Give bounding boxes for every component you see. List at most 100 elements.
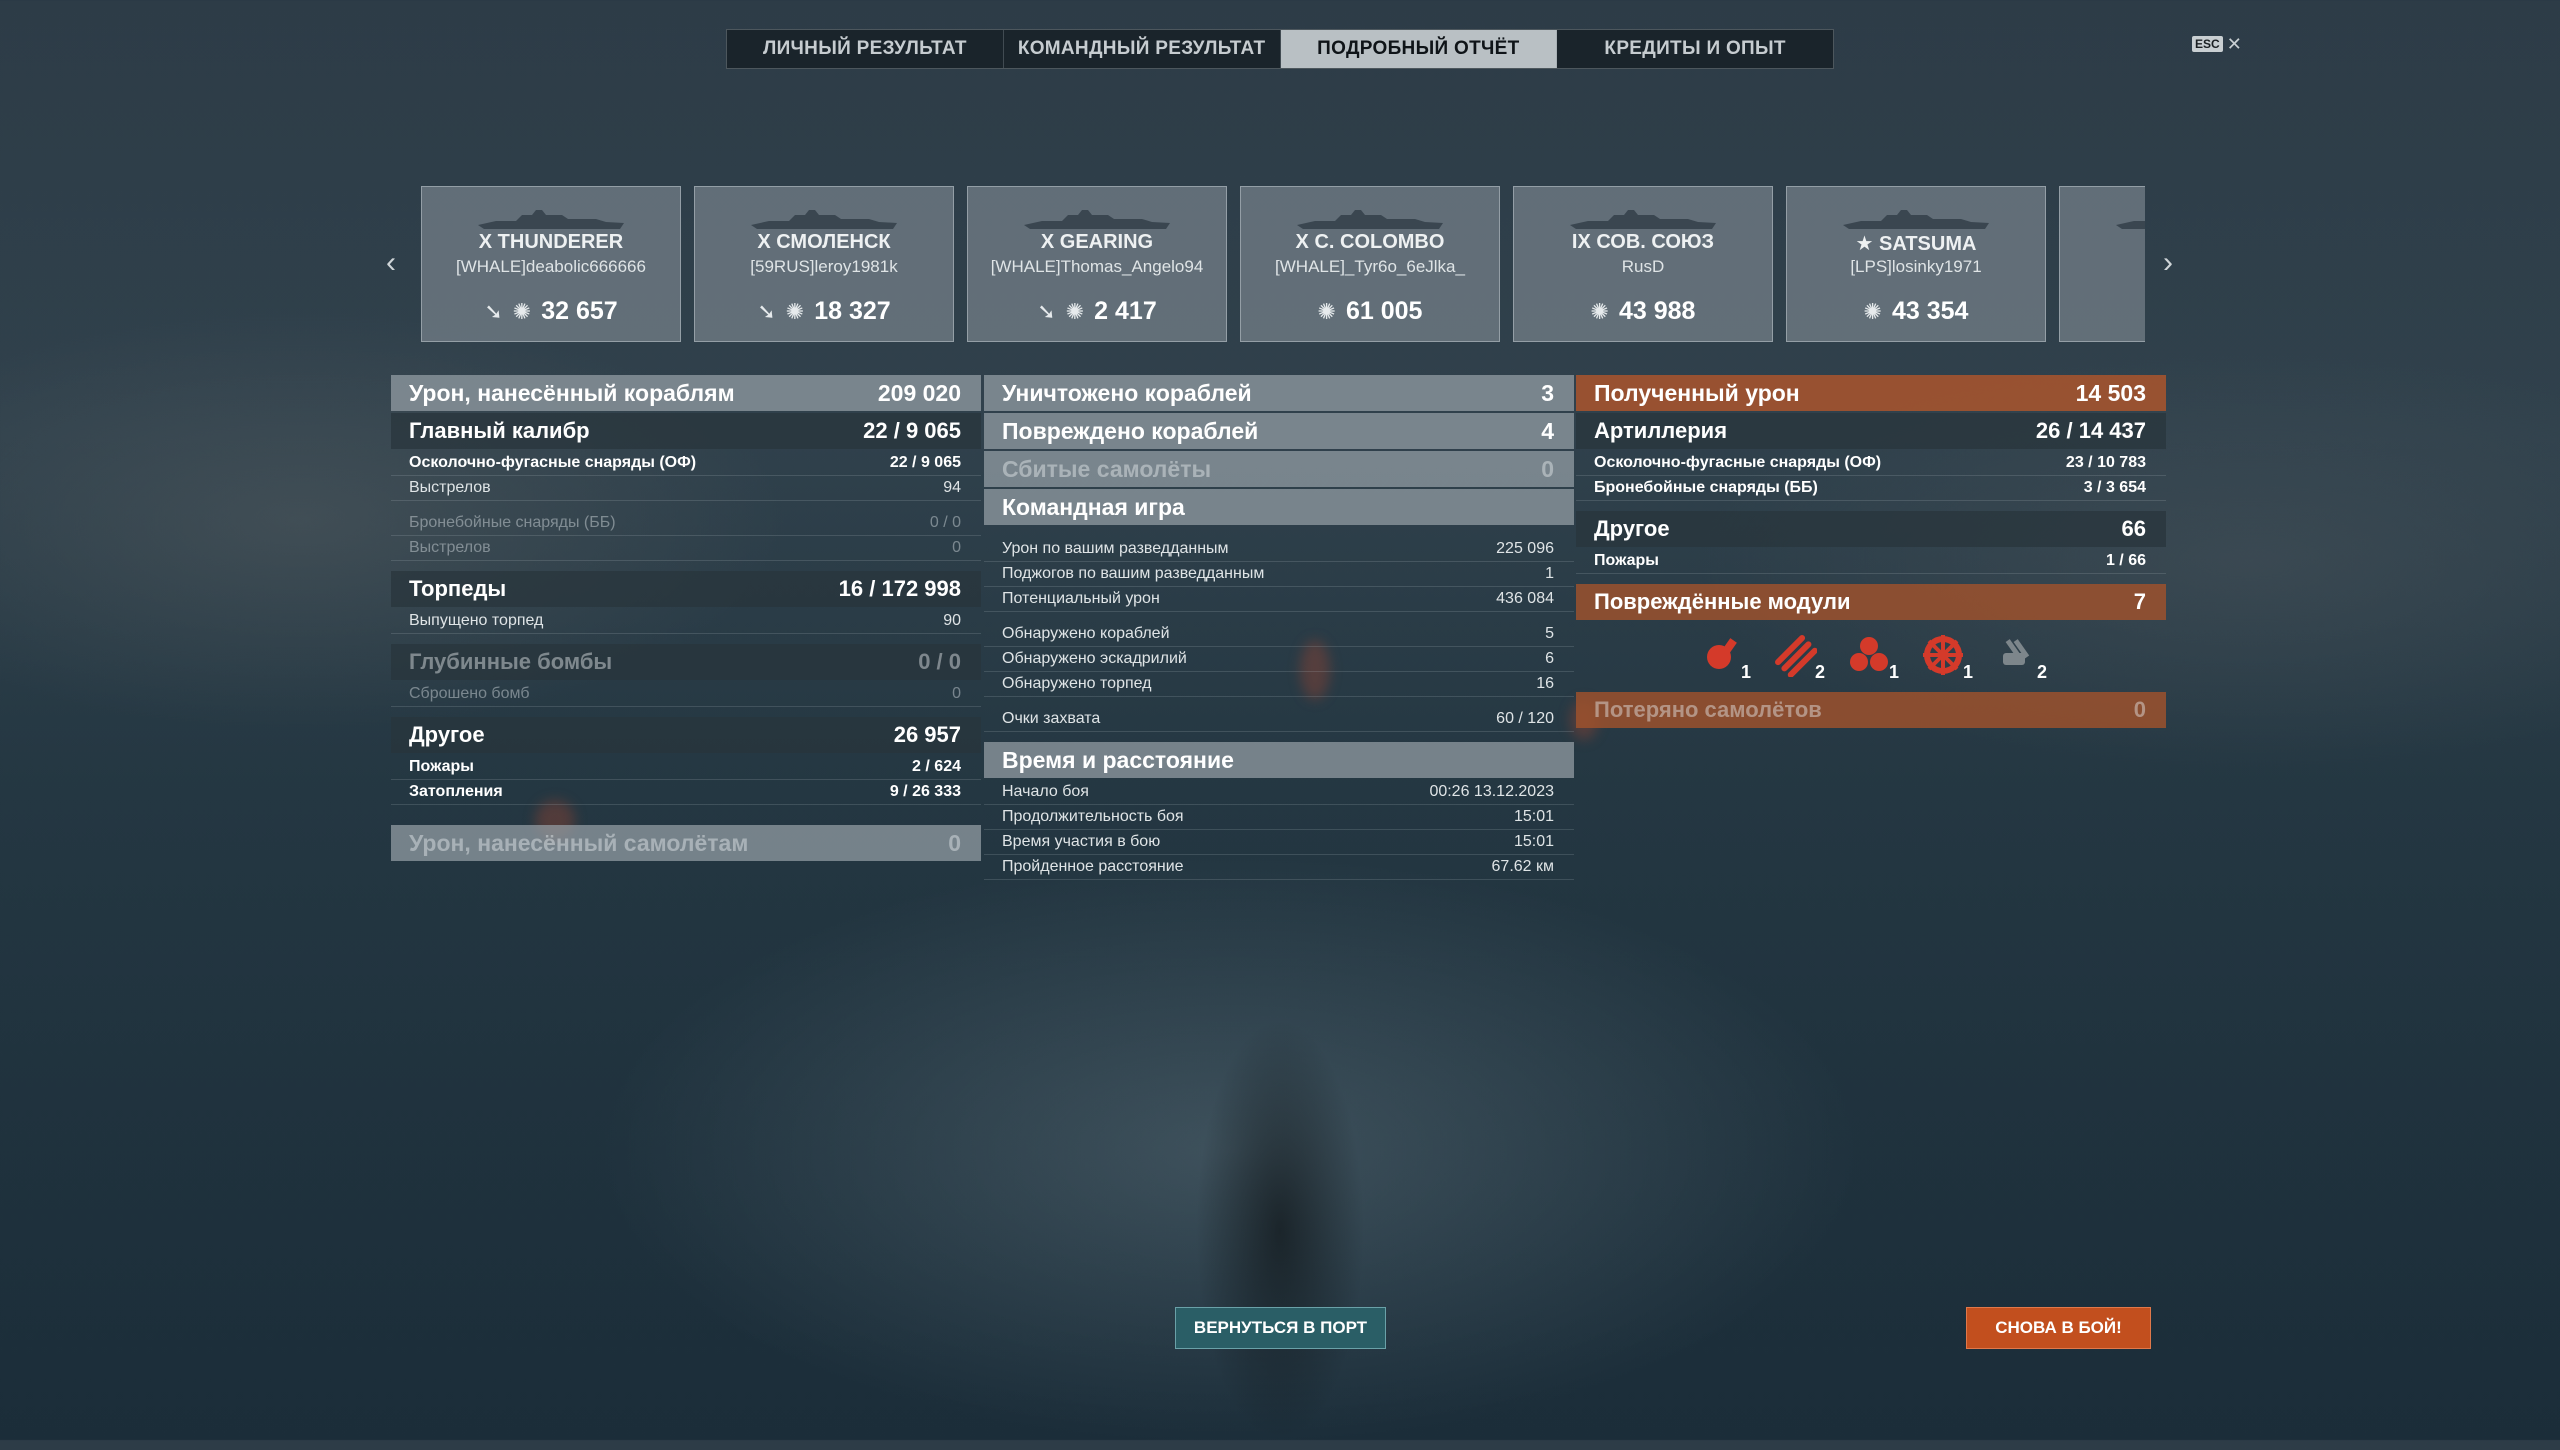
spotting-fires-row: Поджогов по вашим разведданным 1	[984, 562, 1574, 587]
damage-burst-icon: ✺	[1065, 298, 1085, 324]
player-name: [LPS]losinky1971	[1850, 257, 1982, 276]
ap-shells-row: Бронебойные снаряды (ББ) 0 / 0	[391, 511, 981, 536]
spotting-damage-row: Урон по вашим разведданным 225 096	[984, 537, 1574, 562]
ships-destroyed-row: Уничтожено кораблей 3	[984, 375, 1574, 411]
ship-name: IX СОВ. СОЮЗ	[1571, 231, 1715, 253]
received-ap-row: Бронебойные снаряды (ББ) 3 / 3 654	[1576, 476, 2166, 501]
damage-to-ships-header: Урон, нанесённый кораблям 209 020	[391, 375, 981, 411]
ship-damage-value: 43 354	[1891, 297, 1969, 325]
battle-duration-row: Продолжительность боя 15:01	[984, 805, 1574, 830]
player-name: [WHALE]deabolic666666	[456, 257, 646, 276]
ship-name: X GEARING	[1040, 231, 1154, 253]
tab-credits-xp[interactable]: КРЕДИТЫ И ОПЫТ	[1557, 30, 1833, 68]
damage-received-panel: Полученный урон 14 503 Артиллерия 26 / 1…	[1576, 375, 2166, 730]
ship-silhouette-icon	[2116, 221, 2145, 229]
he-shells-row: Осколочно-фугасные снаряды (ОФ) 22 / 9 0…	[391, 451, 981, 476]
result-tabs: ЛИЧНЫЙ РЕЗУЛЬТАТ КОМАНДНЫЙ РЕЗУЛЬТАТ ПОД…	[726, 29, 1834, 69]
fires-row: Пожары 2 / 624	[391, 755, 981, 780]
ap-shots-row: Выстрелов 0	[391, 536, 981, 561]
close-button[interactable]: ESC ✕	[2192, 35, 2242, 53]
turret-icon: 1	[1847, 633, 1899, 682]
ship-card[interactable]: X C. COLOMBO [WHALE]_Tyr6o_6eJlka_ ✺ 61 005	[1240, 186, 1500, 342]
ship-name: X СМОЛЕНСК	[757, 231, 891, 253]
ship-silhouette-icon	[751, 210, 897, 229]
main-battery-label: Главный калибр	[409, 418, 590, 443]
main-battery-row: Главный калибр 22 / 9 065	[391, 413, 981, 449]
torpedo-icon: ➘	[1037, 298, 1056, 324]
floods-row: Затопления 9 / 26 333	[391, 780, 981, 805]
planes-lost-row: Потеряно самолётов 0	[1576, 692, 2166, 728]
potential-damage-row: Потенциальный урон 436 084	[984, 587, 1574, 612]
damage-burst-icon: ✺	[1317, 298, 1336, 324]
battle-again-button[interactable]: СНОВА В БОЙ!	[1966, 1307, 2151, 1349]
close-icon: ✕	[2226, 34, 2242, 54]
player-name: [59RUS]leroy1981k	[750, 257, 898, 276]
ship-card[interactable]: [S	[2059, 186, 2145, 342]
depth-charges-row: Глубинные бомбы 0 / 0	[391, 644, 981, 680]
ship-damage-value: 18 327	[814, 297, 891, 325]
ship-card[interactable]: ★ SATSUMA [LPS]losinky1971 ✺ 43 354	[1786, 186, 2046, 342]
tab-detailed-report[interactable]: ПОДРОБНЫЙ ОТЧЁТ	[1280, 30, 1558, 68]
planes-shot-down-row: Сбитые самолёты 0	[984, 451, 1574, 487]
player-name: RusD	[1621, 257, 1665, 276]
player-name: [WHALE]Thomas_Angelo94	[990, 257, 1204, 276]
bombs-dropped-row: Сброшено бомб 0	[391, 682, 981, 707]
ship-damage-value: 32 657	[541, 297, 618, 325]
damaged-modules-header: Повреждённые модули 7	[1576, 584, 2166, 620]
received-he-row: Осколочно-фугасные снаряды (ОФ) 23 / 10 …	[1576, 451, 2166, 476]
ship-card[interactable]: X THUNDERER [WHALE]deabolic666666 ➘ ✺ 32 657	[421, 186, 681, 342]
ship-damage-value: 61 005	[1345, 297, 1423, 325]
ship-carousel: X THUNDERER [WHALE]deabolic666666 ➘ ✺ 32 657…	[421, 186, 2145, 342]
main-battery-value: 22 / 9 065	[863, 418, 961, 443]
combat-summary-panel: Уничтожено кораблей 3 Повреждено корабле…	[984, 375, 1574, 880]
ship-card[interactable]: IX СОВ. СОЮЗ RusD ✺ 43 988	[1513, 186, 1773, 342]
torpedo-icon: ➘	[757, 298, 776, 324]
ship-silhouette-icon	[1297, 210, 1443, 229]
ship-stats: ➘ ✺ 2 417	[968, 297, 1226, 326]
return-to-port-button[interactable]: ВЕРНУТЬСЯ В ПОРТ	[1175, 1307, 1386, 1349]
received-other-row: Другое 66	[1576, 511, 2166, 547]
torpedo-tubes-icon: 2	[1773, 633, 1825, 682]
teamplay-header: Командная игра	[984, 489, 1574, 525]
player-name: [S	[2060, 257, 2145, 277]
carousel-next-arrow-icon[interactable]: ›	[2153, 248, 2183, 278]
ships-damaged-row: Повреждено кораблей 4	[984, 413, 1574, 449]
other-damage-row: Другое 26 957	[391, 717, 981, 753]
damage-dealt-panel: Урон, нанесённый кораблям 209 020 Главны…	[391, 375, 981, 863]
damage-to-ships-label: Урон, нанесённый кораблям	[409, 379, 735, 406]
ship-silhouette-icon	[1024, 210, 1170, 229]
ship-stats: ➘ ✺ 18 327	[695, 297, 953, 326]
participation-time-row: Время участия в бою 15:01	[984, 830, 1574, 855]
ship-damage-value: 2 417	[1094, 297, 1157, 325]
damaged-modules-list: 1 2 1 1 2	[1576, 622, 2166, 692]
torpedoes-spotted-row: Обнаружено торпед 16	[984, 672, 1574, 697]
ship-stats: ✺ 61 005	[1241, 297, 1499, 326]
damage-to-planes-header: Урон, нанесённый самолётам 0	[391, 825, 981, 861]
ship-wake-background	[1130, 930, 1430, 1450]
damage-received-header: Полученный урон 14 503	[1576, 375, 2166, 411]
ship-name: ★ SATSUMA	[1855, 233, 1977, 255]
engine-icon: 1	[1699, 633, 1751, 682]
ship-name: X C. COLOMBO	[1295, 231, 1445, 253]
ship-name: X THUNDERER	[478, 231, 624, 253]
tab-personal-result[interactable]: ЛИЧНЫЙ РЕЗУЛЬТАТ	[727, 30, 1004, 68]
capture-points-row: Очки захвата 60 / 120	[984, 707, 1574, 732]
ship-card[interactable]: X GEARING [WHALE]Thomas_Angelo94 ➘ ✺ 2 417	[967, 186, 1227, 342]
ship-damage-value: 43 988	[1618, 297, 1696, 325]
ship-card[interactable]: X СМОЛЕНСК [59RUS]leroy1981k ➘ ✺ 18 327	[694, 186, 954, 342]
ship-stats: ✺ 43 988	[1514, 297, 1772, 326]
time-distance-header: Время и расстояние	[984, 742, 1574, 778]
torpedo-icon: ➘	[484, 298, 503, 324]
he-shots-row: Выстрелов 94	[391, 476, 981, 501]
torpedoes-row: Торпеды 16 / 172 998	[391, 571, 981, 607]
distance-traveled-row: Пройденное расстояние 67.62 км	[984, 855, 1574, 880]
tab-team-result[interactable]: КОМАНДНЫЙ РЕЗУЛЬТАТ	[1004, 30, 1281, 68]
steering-gear-icon: 1	[1921, 633, 1973, 682]
damage-burst-icon: ✺	[785, 298, 805, 324]
ship-stats: ✺ 43 354	[1787, 297, 2045, 326]
received-fires-row: Пожары 1 / 66	[1576, 549, 2166, 574]
carousel-prev-arrow-icon[interactable]: ‹	[376, 248, 406, 278]
ship-silhouette-icon	[1570, 210, 1716, 229]
damage-burst-icon: ✺	[512, 298, 532, 324]
esc-key-label: ESC	[2192, 36, 2223, 52]
